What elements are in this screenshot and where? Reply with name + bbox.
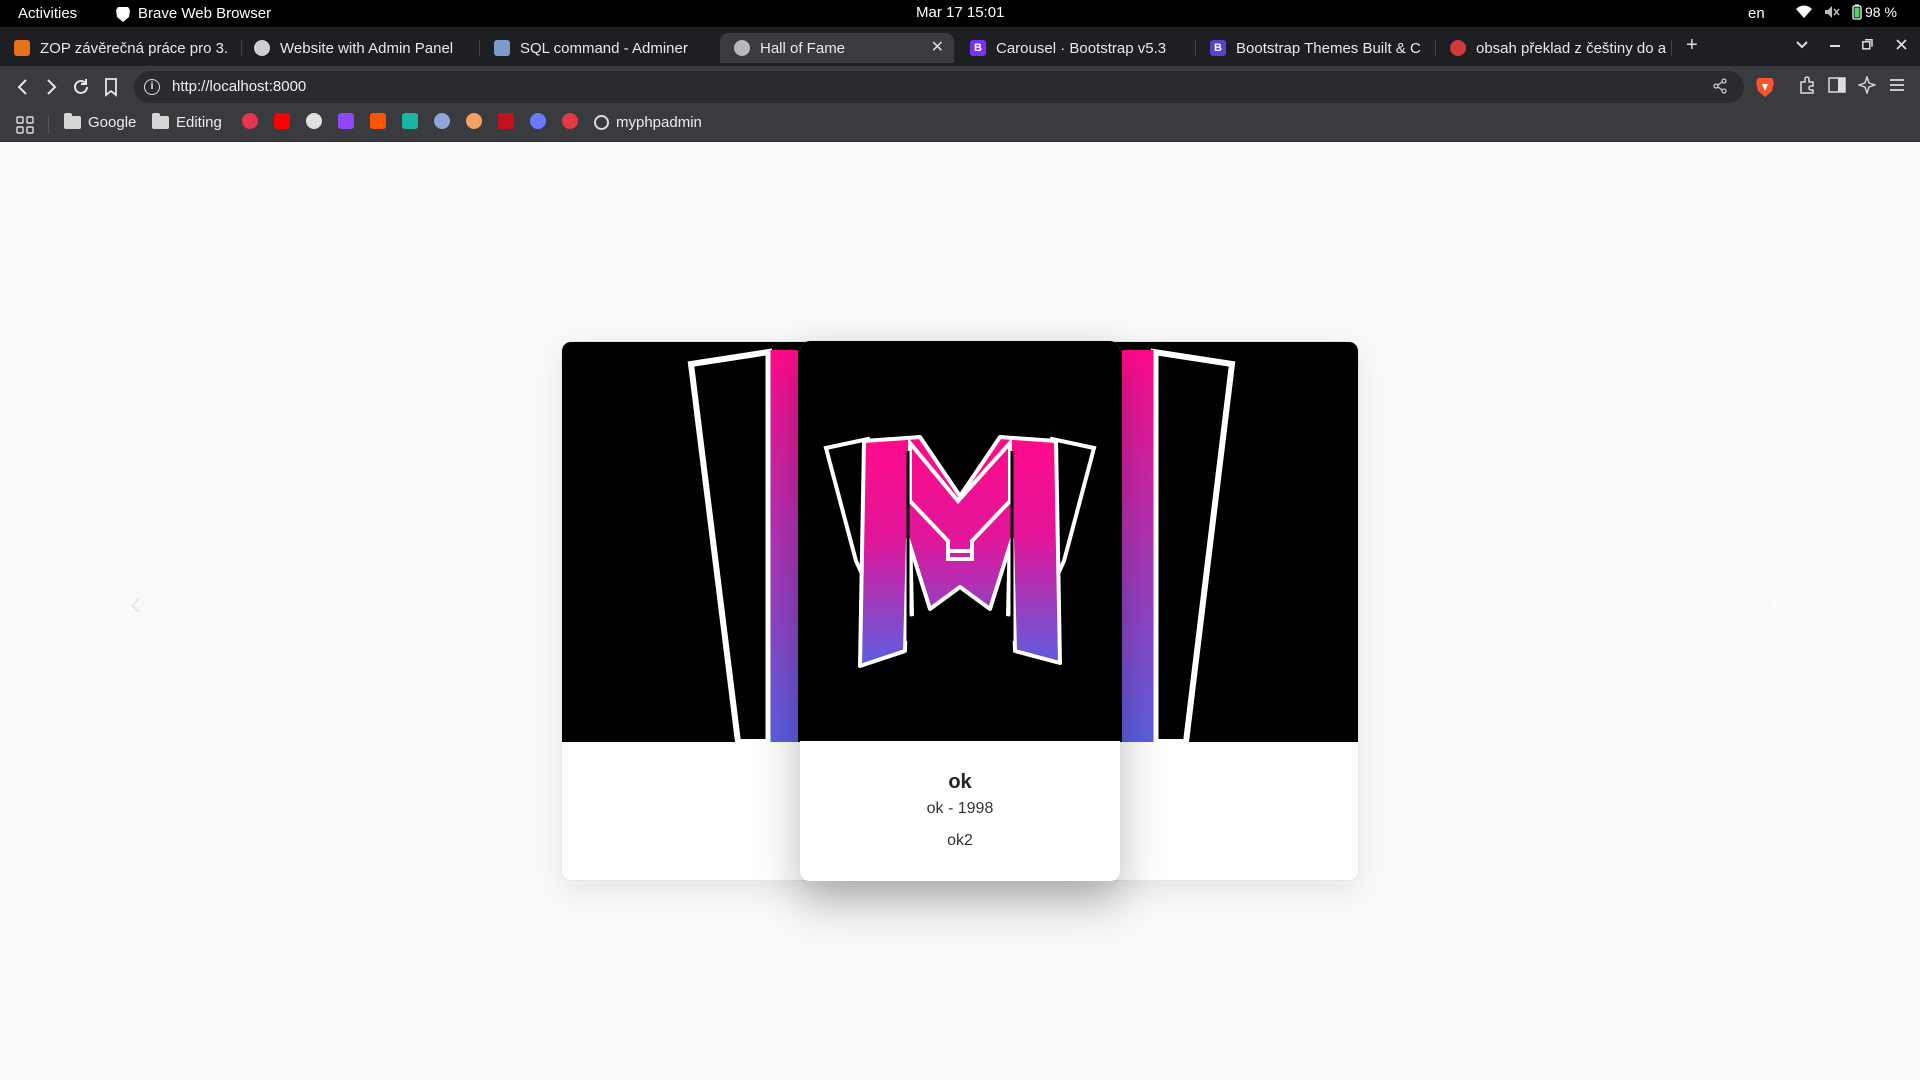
url-text[interactable]: http://localhost:8000 xyxy=(172,78,306,95)
menu-icon[interactable] xyxy=(1888,76,1906,94)
folder-icon xyxy=(152,113,169,129)
leo-ai-icon[interactable] xyxy=(1858,76,1876,94)
tab-zop[interactable]: ZOP závěrečná práce pro 3. xyxy=(0,33,242,63)
battery-icon xyxy=(1852,4,1862,20)
brave-lion-icon xyxy=(116,6,130,22)
bookmark-folder-editing[interactable]: Editing xyxy=(152,113,222,131)
youtube-icon[interactable] xyxy=(274,113,290,129)
close-window-icon[interactable] xyxy=(1896,39,1907,50)
share-icon[interactable] xyxy=(1712,78,1728,94)
activities-button[interactable]: Activities xyxy=(18,5,77,22)
bootstrap-icon: B xyxy=(1210,40,1226,56)
site-info-icon[interactable]: i xyxy=(144,79,160,95)
reload-icon[interactable] xyxy=(70,76,92,98)
globe-icon xyxy=(734,40,750,56)
minimize-icon[interactable] xyxy=(1830,45,1840,47)
tab-label: Bootstrap Themes Built & C xyxy=(1236,39,1421,57)
tab-label: ZOP závěrečná práce pro 3. xyxy=(40,39,229,57)
bookmark-label: Editing xyxy=(176,114,222,131)
bookmark-icon-3[interactable] xyxy=(306,113,322,129)
app-menu[interactable]: Brave Web Browser xyxy=(116,5,271,22)
bookmark-icon-8[interactable] xyxy=(466,113,482,129)
battery-percent: 98 % xyxy=(1865,4,1897,20)
card-body: ok ok - 1998 ok2 xyxy=(800,741,1120,881)
twitch-icon[interactable] xyxy=(338,113,354,129)
back-icon[interactable] xyxy=(12,76,34,98)
card-subtitle: ok - 1998 xyxy=(926,800,994,817)
bootstrap-icon: B xyxy=(970,40,986,56)
bookmark-folder-google[interactable]: Google xyxy=(64,113,137,131)
bookmark-label: Google xyxy=(88,114,137,131)
my-logo-graphic xyxy=(823,435,1097,668)
tab-close-icon[interactable]: ✕ xyxy=(931,37,944,57)
tab-favicon-icon xyxy=(14,40,30,56)
card-title: ok xyxy=(948,771,972,793)
tab-label: obsah překlad z češtiny do a xyxy=(1476,39,1667,57)
tab-website-admin[interactable]: Website with Admin Panel xyxy=(240,33,480,63)
soundcloud-icon[interactable] xyxy=(370,113,386,129)
bookmark-icon-7[interactable] xyxy=(434,113,450,129)
bookmark-label: myphpadmin xyxy=(616,114,702,131)
carousel-prev-icon[interactable]: ‹ xyxy=(130,582,142,624)
clock[interactable]: Mar 17 15:01 xyxy=(916,4,1004,21)
bookmark-icon-9[interactable] xyxy=(498,113,514,129)
address-bar[interactable]: i http://localhost:8000 xyxy=(134,71,1744,103)
hall-of-fame-carousel: ‹ › ok ok - 1998 ok2 xyxy=(0,142,1920,1080)
tab-translation[interactable]: obsah překlad z češtiny do a xyxy=(1436,33,1672,63)
tab-label: Website with Admin Panel xyxy=(280,39,454,57)
bookmark-icon-1[interactable] xyxy=(242,113,258,129)
bookmark-icon-11[interactable] xyxy=(562,113,578,129)
system-top-bar: Activities Brave Web Browser Mar 17 15:0… xyxy=(0,0,1920,27)
globe-icon xyxy=(594,115,609,130)
tab-bootstrap-themes[interactable]: B Bootstrap Themes Built & C xyxy=(1196,33,1436,63)
tab-hall-of-fame[interactable]: Hall of Fame ✕ xyxy=(720,33,954,63)
page-content: ‹ › ok ok - 1998 ok2 xyxy=(0,142,1920,1080)
brave-shields-icon[interactable] xyxy=(1756,76,1774,98)
carousel-next-icon[interactable]: › xyxy=(1766,582,1778,624)
system-tray[interactable]: 98 % xyxy=(1796,4,1897,20)
tab-strip: ZOP závěrečná práce pro 3. Website with … xyxy=(0,27,1920,66)
navigation-bar: i http://localhost:8000 xyxy=(0,66,1920,108)
bookmark-icon[interactable] xyxy=(100,76,122,98)
sidebar-icon[interactable] xyxy=(1828,76,1846,94)
tab-adminer[interactable]: SQL command - Adminer xyxy=(480,33,720,63)
tab-carousel-bootstrap[interactable]: B Carousel · Bootstrap v5.3 xyxy=(956,33,1196,63)
bookmark-icon-6[interactable] xyxy=(402,113,418,129)
new-tab-plus-icon[interactable]: + xyxy=(1686,34,1698,57)
bookmark-myphpadmin[interactable]: myphpadmin xyxy=(594,114,702,131)
bookmark-icon-10[interactable] xyxy=(530,113,546,129)
folder-icon xyxy=(64,113,81,129)
carousel-active-card[interactable]: ok ok - 1998 ok2 xyxy=(800,341,1120,881)
tab-label: Carousel · Bootstrap v5.3 xyxy=(996,39,1167,57)
language-indicator[interactable]: en xyxy=(1748,5,1765,22)
forward-icon[interactable] xyxy=(40,76,62,98)
app-name: Brave Web Browser xyxy=(138,5,272,22)
tab-favicon-icon xyxy=(254,40,270,56)
card-image xyxy=(800,341,1120,741)
tab-favicon-icon xyxy=(494,40,510,56)
extensions-icon[interactable] xyxy=(1798,76,1816,94)
tab-favicon-icon xyxy=(1450,40,1466,56)
restore-icon[interactable] xyxy=(1862,39,1873,50)
wifi-icon xyxy=(1796,5,1812,18)
tab-label: Hall of Fame xyxy=(760,39,846,57)
tab-list-chevron-icon[interactable] xyxy=(1796,41,1808,49)
apps-grid-icon[interactable] xyxy=(16,116,34,134)
tab-label: SQL command - Adminer xyxy=(520,39,688,57)
volume-muted-icon xyxy=(1825,6,1840,18)
card-description: ok2 xyxy=(947,832,973,849)
